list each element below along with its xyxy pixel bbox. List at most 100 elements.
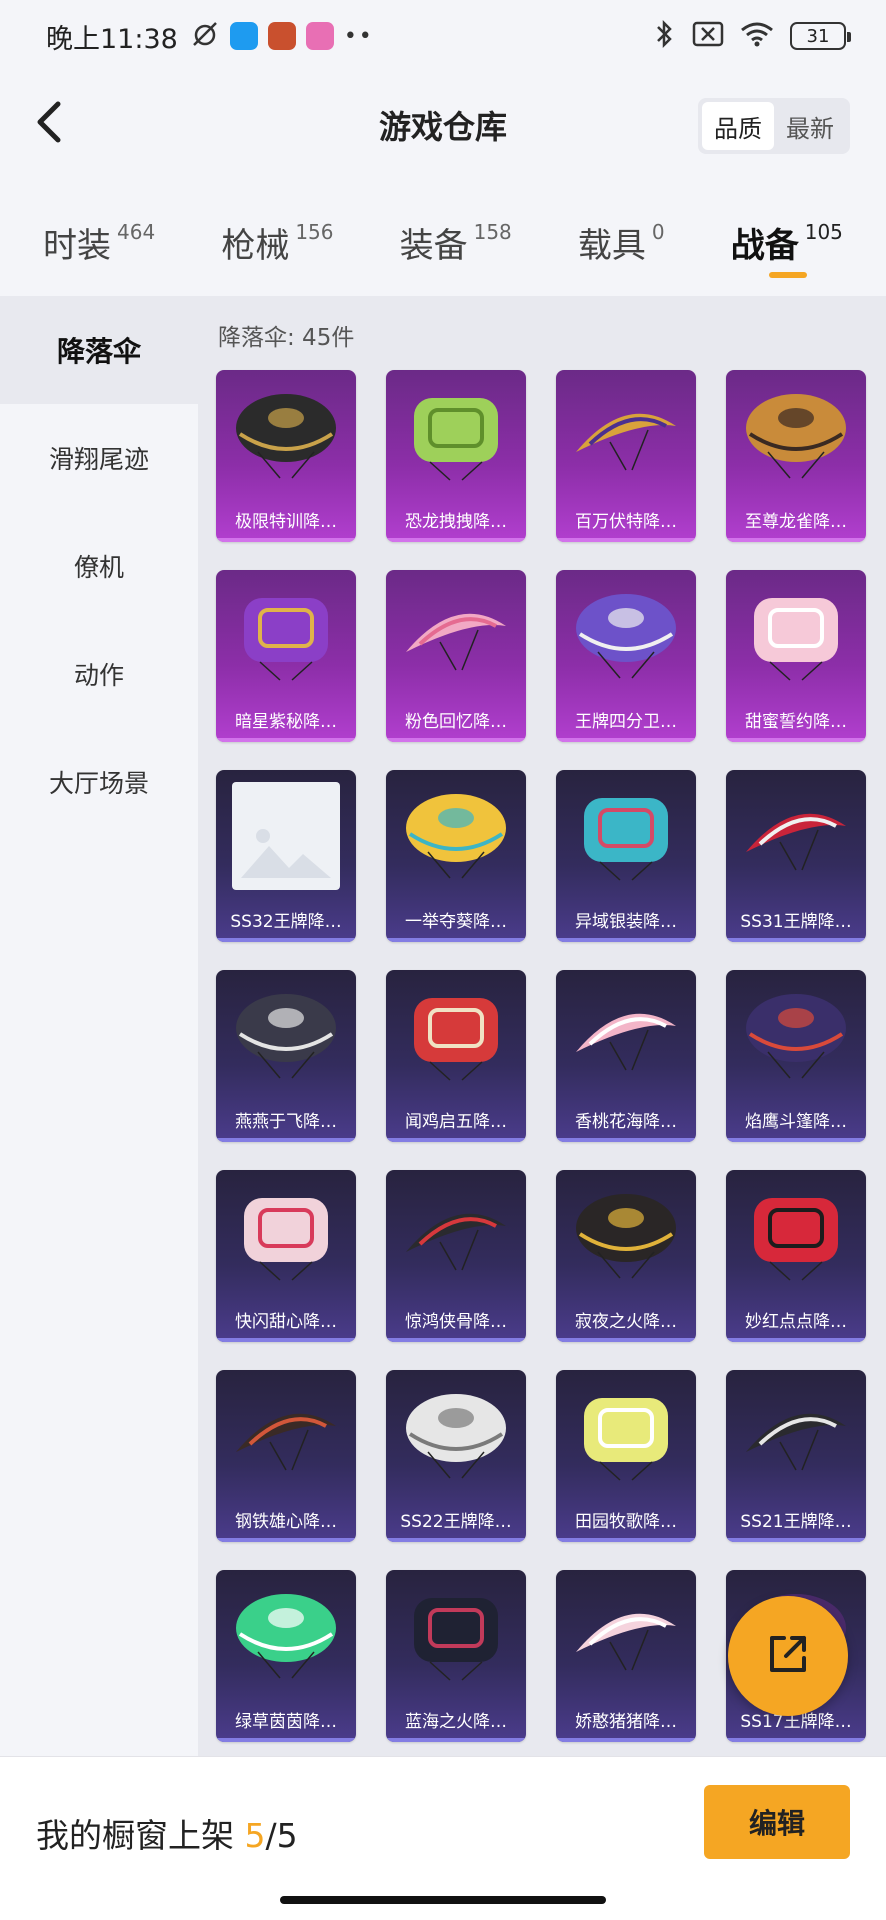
parachute-image bbox=[400, 582, 512, 690]
parachute-image bbox=[400, 382, 512, 490]
parachute-card[interactable]: 暗星紫秘降… bbox=[216, 570, 356, 742]
parachute-card[interactable]: 快闪甜心降… bbox=[216, 1170, 356, 1342]
rarity-bar bbox=[556, 738, 696, 742]
parachute-image bbox=[230, 782, 342, 890]
active-tab-indicator bbox=[768, 272, 807, 278]
parachute-image bbox=[570, 1582, 682, 1690]
sort-quality-button[interactable]: 品质 bbox=[702, 102, 774, 150]
parachute-card[interactable]: SS22王牌降… bbox=[386, 1370, 526, 1542]
tab-war-prep[interactable]: 战备 105 bbox=[731, 200, 843, 296]
app-icon-blue bbox=[229, 22, 258, 50]
parachute-card[interactable]: 妙红点点降… bbox=[726, 1170, 866, 1342]
parachute-name: SS22王牌降… bbox=[400, 1512, 512, 1532]
parachute-card[interactable]: 焰鹰斗篷降… bbox=[726, 970, 866, 1142]
parachute-image bbox=[570, 382, 682, 490]
parachute-card[interactable]: 极限特训降… bbox=[216, 370, 356, 542]
parachute-image bbox=[400, 1382, 512, 1490]
rarity-bar bbox=[216, 1538, 356, 1542]
parachute-card[interactable]: 至尊龙雀降… bbox=[726, 370, 866, 542]
parachute-image bbox=[230, 382, 342, 490]
sort-latest-button[interactable]: 最新 bbox=[774, 102, 846, 150]
tab-vehicles[interactable]: 载具 0 bbox=[578, 200, 665, 296]
parachute-name: 异域银装降… bbox=[575, 912, 677, 932]
parachute-card[interactable]: 甜蜜誓约降… bbox=[726, 570, 866, 742]
app-icon-game bbox=[267, 22, 296, 50]
parachute-card[interactable]: 蓝海之火降… bbox=[386, 1570, 526, 1742]
mountain-icon bbox=[241, 829, 331, 878]
parachute-name: 钢铁雄心降… bbox=[235, 1512, 337, 1532]
parachute-name: 王牌四分卫… bbox=[575, 712, 677, 732]
section-title: 降落伞: 45件 bbox=[218, 325, 355, 351]
parachute-card[interactable]: 娇憨猪猪降… bbox=[556, 1570, 696, 1742]
parachute-image bbox=[740, 982, 852, 1090]
parachute-card[interactable]: SS32王牌降… bbox=[216, 770, 356, 942]
tab-label: 战备 bbox=[730, 226, 799, 266]
parachute-image bbox=[740, 782, 852, 890]
rarity-bar bbox=[726, 1538, 866, 1542]
parachute-card[interactable]: 燕燕于飞降… bbox=[216, 970, 356, 1142]
showcase-current-count: 5 bbox=[244, 1816, 266, 1855]
parachute-image bbox=[230, 582, 342, 690]
share-button[interactable] bbox=[728, 1596, 848, 1716]
parachute-name: SS31王牌降… bbox=[740, 912, 852, 932]
parachute-name: 焰鹰斗篷降… bbox=[745, 1112, 847, 1132]
parachute-card[interactable]: 香桃花海降… bbox=[556, 970, 696, 1142]
rarity-bar bbox=[556, 1338, 696, 1342]
parachute-name: 快闪甜心降… bbox=[235, 1312, 337, 1332]
parachute-card[interactable]: 闻鸡启五降… bbox=[386, 970, 526, 1142]
parachute-card[interactable]: SS21王牌降… bbox=[726, 1370, 866, 1542]
rarity-bar bbox=[216, 1138, 356, 1142]
parachute-card[interactable]: 寂夜之火降… bbox=[556, 1170, 696, 1342]
parachute-image bbox=[230, 1182, 342, 1290]
parachute-name: 恐龙拽拽降… bbox=[405, 512, 507, 532]
content-area: 降落伞: 45件 极限特训降… 恐龙拽拽降… 百万伏特降… 至尊龙雀降… 暗星紫秘降… 粉… bbox=[198, 296, 886, 1756]
parachute-card[interactable]: 粉色回忆降… bbox=[386, 570, 526, 742]
side-item-wingman[interactable]: 僚机 bbox=[0, 512, 198, 620]
side-item-lobby-scene[interactable]: 大厅场景 bbox=[0, 728, 198, 836]
rarity-bar bbox=[386, 1338, 526, 1342]
status-right-icons: 31 bbox=[654, 19, 851, 53]
rarity-bar bbox=[726, 738, 866, 742]
parachute-card[interactable]: 绿草茵茵降… bbox=[216, 1570, 356, 1742]
parachute-card[interactable]: 异域银装降… bbox=[556, 770, 696, 942]
tab-count: 105 bbox=[804, 220, 843, 244]
rarity-bar bbox=[386, 1738, 526, 1742]
side-item-glide-trail[interactable]: 滑翔尾迹 bbox=[0, 404, 198, 512]
parachute-card[interactable]: SS31王牌降… bbox=[726, 770, 866, 942]
parachute-name: 寂夜之火降… bbox=[575, 1312, 677, 1332]
parachute-card[interactable]: 王牌四分卫… bbox=[556, 570, 696, 742]
tab-label: 枪械 bbox=[221, 226, 290, 266]
parachute-card[interactable]: 惊鸿侠骨降… bbox=[386, 1170, 526, 1342]
side-item-emote[interactable]: 动作 bbox=[0, 620, 198, 728]
edit-button[interactable]: 编辑 bbox=[704, 1785, 850, 1859]
parachute-name: 惊鸿侠骨降… bbox=[405, 1312, 507, 1332]
rarity-bar bbox=[386, 538, 526, 542]
parachute-image bbox=[230, 982, 342, 1090]
parachute-image bbox=[400, 1582, 512, 1690]
parachute-image bbox=[400, 782, 512, 890]
tab-equipment[interactable]: 装备 158 bbox=[400, 200, 512, 296]
app-icon-gamepad bbox=[305, 22, 334, 50]
parachute-name: 一举夺葵降… bbox=[405, 912, 507, 932]
showcase-status: 我的橱窗上架 5/5 bbox=[36, 1809, 298, 1857]
status-time: 晚上11:38 bbox=[46, 23, 178, 55]
wifi-icon bbox=[740, 21, 774, 51]
tab-count: 158 bbox=[473, 220, 512, 244]
rarity-bar bbox=[386, 938, 526, 942]
parachute-card[interactable]: 恐龙拽拽降… bbox=[386, 370, 526, 542]
parachute-name: 燕燕于飞降… bbox=[235, 1112, 337, 1132]
side-item-parachute[interactable]: 降落伞 bbox=[0, 296, 198, 404]
parachute-card[interactable]: 钢铁雄心降… bbox=[216, 1370, 356, 1542]
parachute-card[interactable]: 一举夺葵降… bbox=[386, 770, 526, 942]
parachute-name: 香桃花海降… bbox=[575, 1112, 677, 1132]
tab-fashion[interactable]: 时装 464 bbox=[43, 200, 155, 296]
parachute-card[interactable]: 百万伏特降… bbox=[556, 370, 696, 542]
rarity-bar bbox=[556, 1138, 696, 1142]
parachute-image bbox=[740, 582, 852, 690]
tab-weapons[interactable]: 枪械 156 bbox=[221, 200, 333, 296]
rarity-bar bbox=[386, 1538, 526, 1542]
parachute-card[interactable]: 田园牧歌降… bbox=[556, 1370, 696, 1542]
no-sim-icon bbox=[692, 21, 724, 51]
category-tabs: 时装 464 枪械 156 装备 158 载具 0 战备 105 bbox=[0, 200, 886, 296]
rarity-bar bbox=[386, 1138, 526, 1142]
